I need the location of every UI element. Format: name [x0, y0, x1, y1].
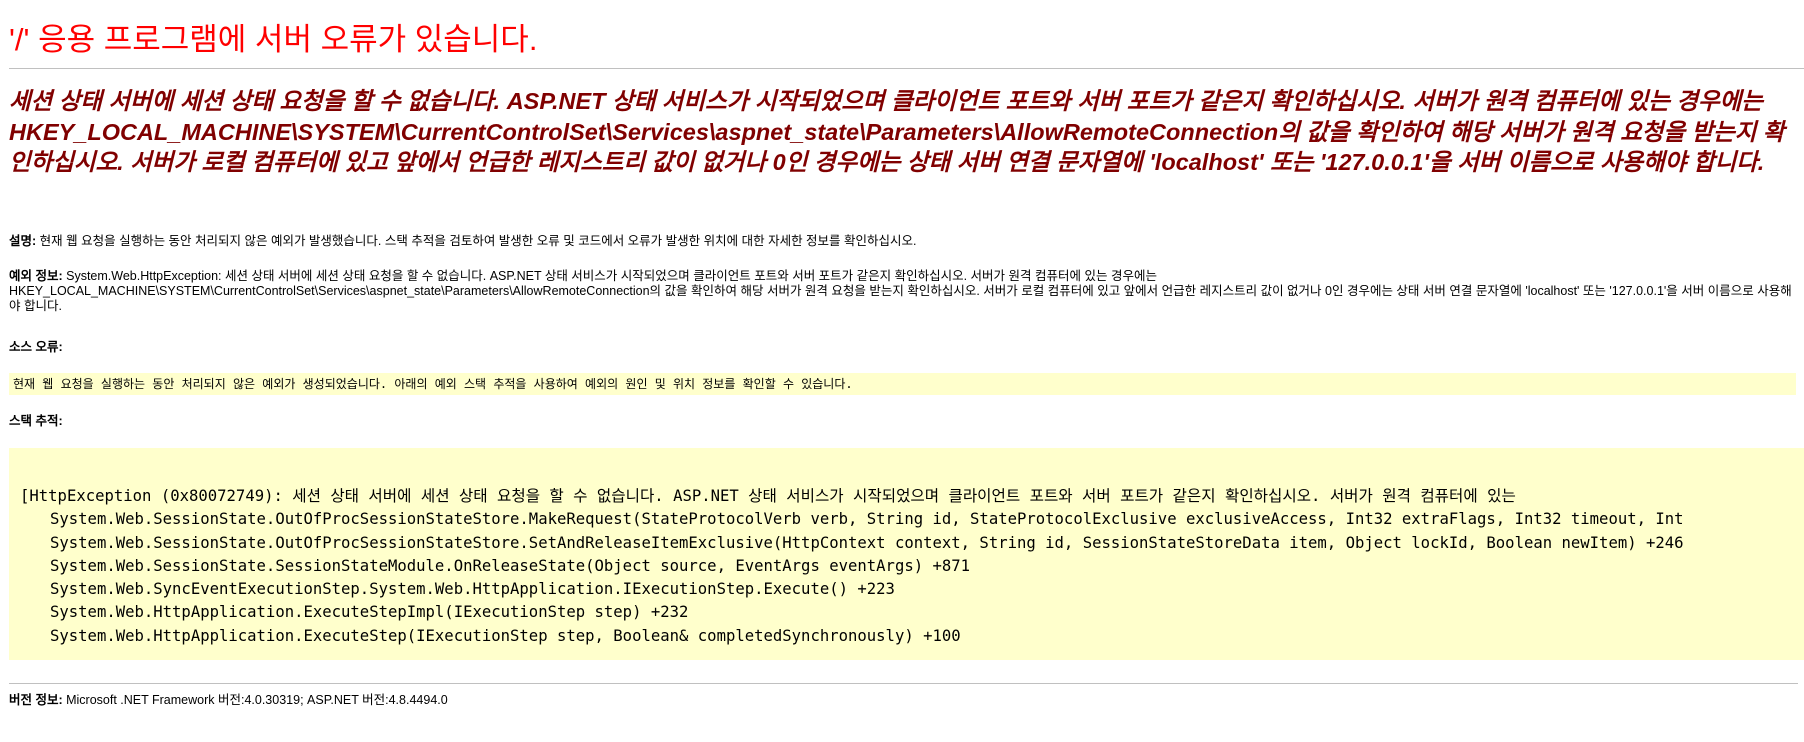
stack-trace-section: 스택 추적:: [9, 414, 1799, 429]
description-section: 설명: 현재 웹 요청을 실행하는 동안 처리되지 않은 예외가 발생했습니다.…: [9, 234, 1799, 249]
stack-trace-box[interactable]: [HttpException (0x80072749): 세션 상태 서버에 세…: [9, 448, 1804, 660]
stack-frame: System.Web.HttpApplication.ExecuteStepIm…: [50, 603, 689, 622]
source-error-label: 소스 오류:: [9, 340, 63, 354]
stack-frame: System.Web.SessionState.OutOfProcSession…: [50, 533, 1684, 552]
stack-trace-label: 스택 추적:: [9, 414, 63, 428]
stack-frame: System.Web.SessionState.OutOfProcSession…: [50, 510, 1684, 529]
stack-frame: System.Web.SessionState.SessionStateModu…: [50, 556, 971, 575]
divider: [9, 68, 1804, 69]
version-info-section: 버전 정보: Microsoft .NET Framework 버전:4.0.3…: [9, 693, 1799, 708]
description-label: 설명:: [9, 234, 37, 248]
exception-details-label: 예외 정보:: [9, 269, 63, 283]
stack-trace-header: [HttpException (0x80072749): 세션 상태 서버에 세…: [20, 487, 1516, 505]
description-text[interactable]: 현재 웹 요청을 실행하는 동안 처리되지 않은 예외가 발생했습니다. 스택 …: [36, 234, 917, 248]
version-info-label: 버전 정보:: [9, 693, 63, 707]
error-subtitle: 세션 상태 서버에 세션 상태 요청을 할 수 없습니다. ASP.NET 상태…: [9, 88, 1785, 175]
source-error-box[interactable]: 현재 웹 요청을 실행하는 동안 처리되지 않은 예외가 생성되었습니다. 아래…: [9, 373, 1796, 395]
source-error-text: 현재 웹 요청을 실행하는 동안 처리되지 않은 예외가 생성되었습니다. 아래…: [13, 377, 853, 391]
source-error-section: 소스 오류:: [9, 340, 1799, 355]
exception-details-text[interactable]: System.Web.HttpException: 세션 상태 서버에 세션 상…: [9, 269, 1792, 313]
exception-details-section: 예외 정보: System.Web.HttpException: 세션 상태 서…: [9, 269, 1799, 314]
divider: [9, 683, 1798, 684]
stack-frame: System.Web.HttpApplication.ExecuteStep(I…: [50, 626, 961, 645]
page-title: '/' 응용 프로그램에 서버 오류가 있습니다.: [9, 22, 538, 57]
version-info-text: Microsoft .NET Framework 버전:4.0.30319; A…: [62, 693, 448, 707]
stack-frame: System.Web.SyncEventExecutionStep.System…: [50, 580, 895, 599]
stack-trace-code: [HttpException (0x80072749): 세션 상태 서버에 세…: [20, 485, 1684, 648]
